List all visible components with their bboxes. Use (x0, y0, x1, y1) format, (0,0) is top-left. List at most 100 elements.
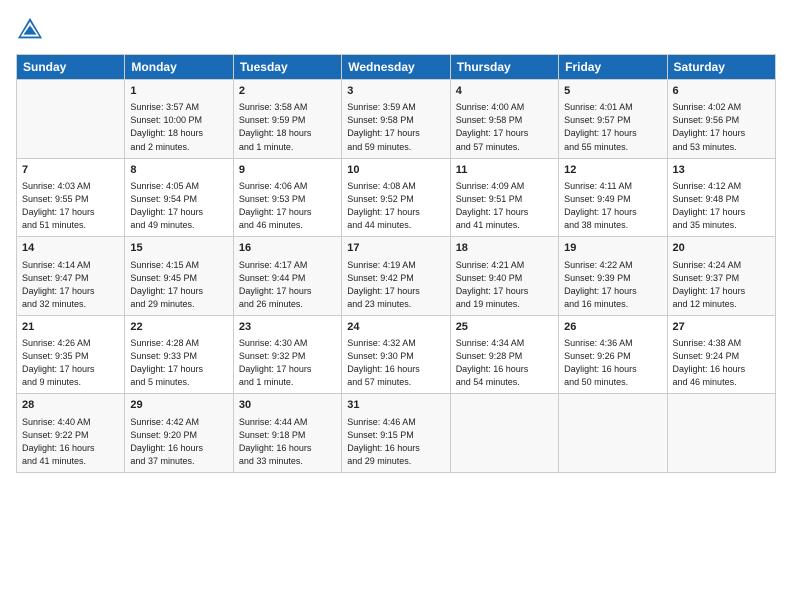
calendar-row: 7 Sunrise: 4:03 AMSunset: 9:55 PMDaylight… (17, 158, 776, 237)
day-number: 15 (130, 241, 227, 256)
calendar-cell: 16 Sunrise: 4:17 AMSunset: 9:44 PMDayligh… (233, 237, 341, 316)
day-number: 2 (239, 84, 336, 99)
header-row: SundayMondayTuesdayWednesdayThursdayFrid… (17, 55, 776, 80)
calendar-cell: 7 Sunrise: 4:03 AMSunset: 9:55 PMDaylight… (17, 158, 125, 237)
day-number: 14 (22, 241, 119, 256)
calendar-cell: 27 Sunrise: 4:38 AMSunset: 9:24 PMDayligh… (667, 315, 775, 394)
day-number: 3 (347, 84, 444, 99)
calendar-cell: 26 Sunrise: 4:36 AMSunset: 9:26 PMDayligh… (559, 315, 667, 394)
cell-content: Sunrise: 3:57 AMSunset: 10:00 PMDaylight… (130, 101, 227, 153)
col-header-sunday: Sunday (17, 55, 125, 80)
day-number: 5 (564, 84, 661, 99)
calendar-cell: 12 Sunrise: 4:11 AMSunset: 9:49 PMDayligh… (559, 158, 667, 237)
calendar-row: 14 Sunrise: 4:14 AMSunset: 9:47 PMDayligh… (17, 237, 776, 316)
cell-content: Sunrise: 4:19 AMSunset: 9:42 PMDaylight:… (347, 259, 444, 311)
cell-content: Sunrise: 4:22 AMSunset: 9:39 PMDaylight:… (564, 259, 661, 311)
calendar-row: 1Sunrise: 3:57 AMSunset: 10:00 PMDayligh… (17, 80, 776, 159)
calendar-cell: 19 Sunrise: 4:22 AMSunset: 9:39 PMDayligh… (559, 237, 667, 316)
calendar-table: SundayMondayTuesdayWednesdayThursdayFrid… (16, 54, 776, 473)
calendar-cell: 29Sunrise: 4:42 AMSunset: 9:20 PMDayligh… (125, 394, 233, 473)
calendar-cell (17, 80, 125, 159)
day-number: 27 (673, 320, 770, 335)
day-number: 23 (239, 320, 336, 335)
cell-content: Sunrise: 4:09 AMSunset: 9:51 PMDaylight:… (456, 180, 553, 232)
col-header-friday: Friday (559, 55, 667, 80)
calendar-cell: 31 Sunrise: 4:46 AMSunset: 9:15 PMDayligh… (342, 394, 450, 473)
cell-content: Sunrise: 4:14 AMSunset: 9:47 PMDaylight:… (22, 259, 119, 311)
day-number: 7 (22, 163, 119, 178)
day-number: 30 (239, 398, 336, 413)
day-number: 24 (347, 320, 444, 335)
day-number: 28 (22, 398, 119, 413)
page: SundayMondayTuesdayWednesdayThursdayFrid… (0, 0, 792, 612)
calendar-cell: 30Sunrise: 4:44 AMSunset: 9:18 PMDayligh… (233, 394, 341, 473)
calendar-cell: 4Sunrise: 4:00 AMSunset: 9:58 PMDaylight… (450, 80, 558, 159)
calendar-cell: 6Sunrise: 4:02 AMSunset: 9:56 PMDaylight… (667, 80, 775, 159)
calendar-cell: 18Sunrise: 4:21 AMSunset: 9:40 PMDayligh… (450, 237, 558, 316)
logo-icon (16, 16, 44, 44)
calendar-cell: 3 Sunrise: 3:59 AMSunset: 9:58 PMDaylight… (342, 80, 450, 159)
day-number: 29 (130, 398, 227, 413)
calendar-cell: 10 Sunrise: 4:08 AMSunset: 9:52 PMDayligh… (342, 158, 450, 237)
cell-content: Sunrise: 4:06 AMSunset: 9:53 PMDaylight:… (239, 180, 336, 232)
cell-content: Sunrise: 4:17 AMSunset: 9:44 PMDaylight:… (239, 259, 336, 311)
day-number: 31 (347, 398, 444, 413)
calendar-cell: 14 Sunrise: 4:14 AMSunset: 9:47 PMDayligh… (17, 237, 125, 316)
cell-content: Sunrise: 4:02 AMSunset: 9:56 PMDaylight:… (673, 101, 770, 153)
calendar-cell: 13Sunrise: 4:12 AMSunset: 9:48 PMDayligh… (667, 158, 775, 237)
day-number: 12 (564, 163, 661, 178)
cell-content: Sunrise: 4:28 AMSunset: 9:33 PMDaylight:… (130, 337, 227, 389)
day-number: 21 (22, 320, 119, 335)
calendar-cell: 17 Sunrise: 4:19 AMSunset: 9:42 PMDayligh… (342, 237, 450, 316)
calendar-cell: 23Sunrise: 4:30 AMSunset: 9:32 PMDayligh… (233, 315, 341, 394)
cell-content: Sunrise: 4:34 AMSunset: 9:28 PMDaylight:… (456, 337, 553, 389)
calendar-cell: 8Sunrise: 4:05 AMSunset: 9:54 PMDaylight… (125, 158, 233, 237)
cell-content: Sunrise: 4:40 AMSunset: 9:22 PMDaylight:… (22, 416, 119, 468)
cell-content: Sunrise: 4:11 AMSunset: 9:49 PMDaylight:… (564, 180, 661, 232)
calendar-cell: 22 Sunrise: 4:28 AMSunset: 9:33 PMDayligh… (125, 315, 233, 394)
cell-content: Sunrise: 3:59 AMSunset: 9:58 PMDaylight:… (347, 101, 444, 153)
calendar-cell (667, 394, 775, 473)
calendar-cell: 1Sunrise: 3:57 AMSunset: 10:00 PMDayligh… (125, 80, 233, 159)
day-number: 18 (456, 241, 553, 256)
calendar-cell: 25 Sunrise: 4:34 AMSunset: 9:28 PMDayligh… (450, 315, 558, 394)
day-number: 10 (347, 163, 444, 178)
cell-content: Sunrise: 4:15 AMSunset: 9:45 PMDaylight:… (130, 259, 227, 311)
day-number: 16 (239, 241, 336, 256)
calendar-row: 28 Sunrise: 4:40 AMSunset: 9:22 PMDayligh… (17, 394, 776, 473)
cell-content: Sunrise: 4:24 AMSunset: 9:37 PMDaylight:… (673, 259, 770, 311)
cell-content: Sunrise: 4:08 AMSunset: 9:52 PMDaylight:… (347, 180, 444, 232)
calendar-cell: 2Sunrise: 3:58 AMSunset: 9:59 PMDaylight… (233, 80, 341, 159)
day-number: 22 (130, 320, 227, 335)
logo (16, 16, 48, 44)
col-header-wednesday: Wednesday (342, 55, 450, 80)
day-number: 26 (564, 320, 661, 335)
col-header-monday: Monday (125, 55, 233, 80)
calendar-cell: 11 Sunrise: 4:09 AMSunset: 9:51 PMDayligh… (450, 158, 558, 237)
day-number: 20 (673, 241, 770, 256)
cell-content: Sunrise: 4:05 AMSunset: 9:54 PMDaylight:… (130, 180, 227, 232)
calendar-cell: 20 Sunrise: 4:24 AMSunset: 9:37 PMDayligh… (667, 237, 775, 316)
col-header-thursday: Thursday (450, 55, 558, 80)
day-number: 9 (239, 163, 336, 178)
cell-content: Sunrise: 4:03 AMSunset: 9:55 PMDaylight:… (22, 180, 119, 232)
cell-content: Sunrise: 4:38 AMSunset: 9:24 PMDaylight:… (673, 337, 770, 389)
day-number: 17 (347, 241, 444, 256)
cell-content: Sunrise: 4:32 AMSunset: 9:30 PMDaylight:… (347, 337, 444, 389)
col-header-tuesday: Tuesday (233, 55, 341, 80)
calendar-cell: 24 Sunrise: 4:32 AMSunset: 9:30 PMDayligh… (342, 315, 450, 394)
calendar-cell: 9 Sunrise: 4:06 AMSunset: 9:53 PMDaylight… (233, 158, 341, 237)
cell-content: Sunrise: 4:46 AMSunset: 9:15 PMDaylight:… (347, 416, 444, 468)
calendar-cell (450, 394, 558, 473)
calendar-cell: 28 Sunrise: 4:40 AMSunset: 9:22 PMDayligh… (17, 394, 125, 473)
cell-content: Sunrise: 4:36 AMSunset: 9:26 PMDaylight:… (564, 337, 661, 389)
cell-content: Sunrise: 4:01 AMSunset: 9:57 PMDaylight:… (564, 101, 661, 153)
calendar-row: 21Sunrise: 4:26 AMSunset: 9:35 PMDayligh… (17, 315, 776, 394)
day-number: 25 (456, 320, 553, 335)
day-number: 19 (564, 241, 661, 256)
calendar-cell: 21Sunrise: 4:26 AMSunset: 9:35 PMDayligh… (17, 315, 125, 394)
day-number: 11 (456, 163, 553, 178)
calendar-cell: 5 Sunrise: 4:01 AMSunset: 9:57 PMDaylight… (559, 80, 667, 159)
calendar-cell: 15 Sunrise: 4:15 AMSunset: 9:45 PMDayligh… (125, 237, 233, 316)
day-number: 4 (456, 84, 553, 99)
